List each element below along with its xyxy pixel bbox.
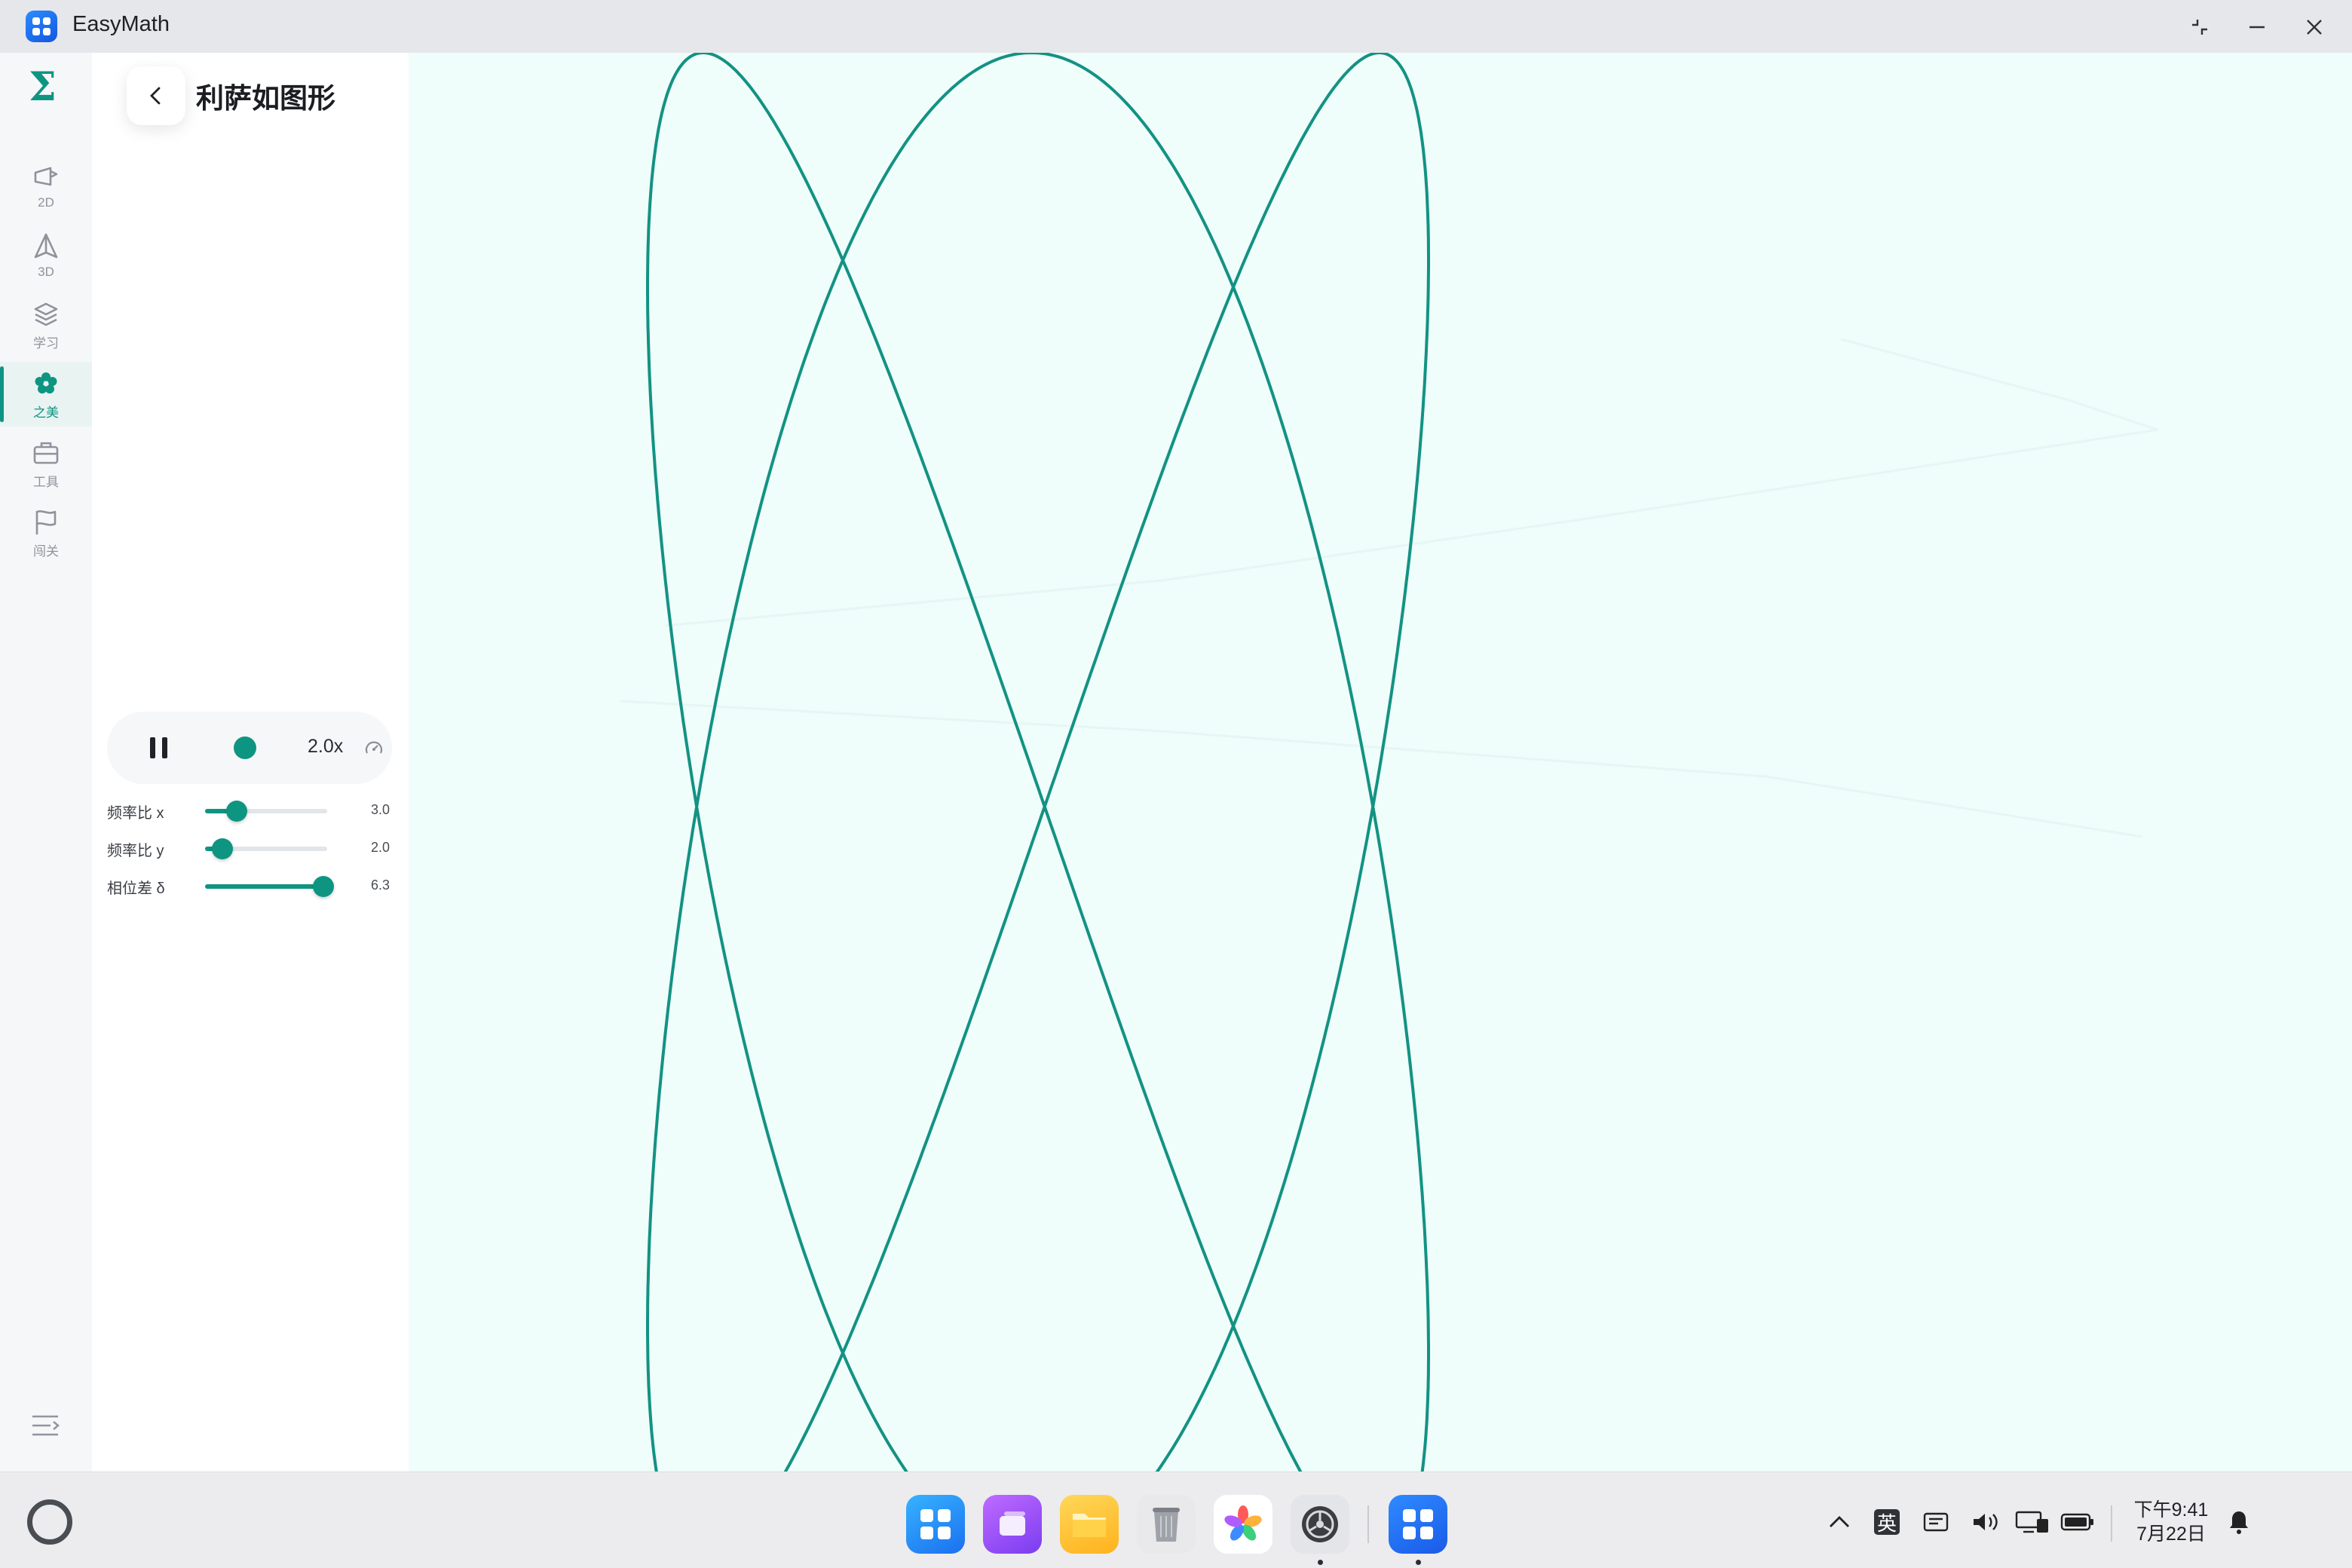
slider-label: 相位差 δ (107, 880, 165, 897)
clock-time: 下午9:41 (2133, 1499, 2209, 1521)
rail-item-label: 3D (38, 265, 54, 279)
slider-value: 6.3 (371, 877, 390, 893)
rail-item-3d[interactable]: 3D (0, 223, 92, 288)
running-indicator (1318, 1560, 1323, 1565)
slider-thumb[interactable] (313, 876, 335, 897)
pause-button[interactable] (145, 734, 172, 761)
record-button[interactable] (234, 737, 256, 759)
close-icon[interactable] (2298, 11, 2331, 44)
display-connect-icon[interactable] (2013, 1505, 2052, 1539)
restore-icon[interactable] (2183, 11, 2216, 44)
nav-rail: Σ 2D 3D 学习 之美 工具 闯关 (0, 53, 92, 1472)
app-title: EasyMath (72, 12, 170, 36)
tray-separator (2111, 1505, 2112, 1542)
flag-icon (35, 510, 57, 534)
rail-item-beauty[interactable]: 之美 (0, 362, 92, 427)
start-button[interactable] (27, 1499, 72, 1545)
speed-gauge-icon[interactable] (363, 737, 384, 762)
rail-item-label: 工具 (33, 474, 59, 489)
clock-date: 7月22日 (2136, 1524, 2206, 1545)
slider-freq-y: 频率比 y 2.0 (107, 832, 409, 862)
chevron-left-icon (150, 87, 161, 105)
rail-item-label: 2D (38, 195, 54, 210)
minimize-icon[interactable] (2240, 11, 2274, 44)
page-title: 利萨如图形 (196, 83, 335, 114)
dock-separator (1367, 1505, 1369, 1543)
chevron-up-icon[interactable] (1824, 1505, 1854, 1539)
volume-icon[interactable] (1971, 1505, 2001, 1539)
app-logo-icon (26, 11, 57, 42)
slider-freq-x: 频率比 x 3.0 (107, 795, 409, 825)
easymath-app-icon[interactable] (1389, 1495, 1447, 1554)
shape-2d-icon (34, 167, 58, 186)
slider-label: 频率比 y (107, 843, 164, 859)
notification-bell-icon[interactable] (2224, 1505, 2254, 1539)
pyramid-3d-icon (34, 233, 58, 259)
slider-track[interactable] (205, 801, 327, 822)
ime-indicator[interactable]: 英 (1872, 1505, 1902, 1539)
rail-item-label: 之美 (33, 405, 59, 420)
trash-app-icon[interactable] (1137, 1495, 1196, 1554)
files-app-icon[interactable] (1060, 1495, 1119, 1554)
running-indicator (1416, 1560, 1421, 1565)
lissajous-curve (646, 53, 1430, 1472)
playback-controls: 2.0x (107, 712, 392, 784)
battery-icon[interactable] (2060, 1505, 2096, 1539)
rail-item-learn[interactable]: 学习 (0, 292, 92, 357)
slider-thumb[interactable] (211, 838, 233, 859)
rail-item-tools[interactable]: 工具 (0, 431, 92, 496)
settings-app-icon[interactable] (1291, 1495, 1349, 1554)
speed-label[interactable]: 2.0x (308, 736, 343, 758)
clock[interactable]: 下午9:41 7月22日 (2118, 1498, 2224, 1546)
rail-item-2d[interactable]: 2D (0, 154, 92, 219)
layers-icon (34, 302, 58, 326)
rail-item-label: 学习 (33, 335, 59, 351)
multitask-app-icon[interactable] (983, 1495, 1042, 1554)
collapse-menu-icon[interactable] (30, 1413, 60, 1441)
slider-label: 频率比 x (107, 805, 164, 822)
lissajous-figure (619, 53, 2158, 1472)
control-panel: 利萨如图形 2.0x 频率比 x 3.0 频率比 y 2.0 相位差 δ 6.3 (92, 53, 409, 1472)
toolbox-icon (33, 442, 59, 464)
taskbar: 英 下午9:41 7月22日 (0, 1472, 2352, 1568)
sigma-logo[interactable]: Σ (29, 68, 57, 107)
figure-canvas[interactable] (409, 53, 2352, 1472)
photos-app-icon[interactable] (1214, 1495, 1272, 1554)
launcher-app-icon[interactable] (906, 1495, 965, 1554)
slider-track[interactable] (205, 838, 327, 859)
slider-phase: 相位差 δ 6.3 (107, 870, 409, 900)
rail-item-label: 闯关 (33, 544, 59, 559)
ghost-trail (619, 338, 2158, 838)
slider-value: 3.0 (371, 802, 390, 817)
flower-icon (35, 372, 57, 394)
slider-track[interactable] (205, 876, 335, 897)
title-bar: EasyMath (0, 0, 2352, 53)
slider-value: 2.0 (371, 840, 390, 855)
rail-item-challenge[interactable]: 闯关 (0, 501, 92, 565)
slider-thumb[interactable] (226, 801, 248, 822)
clipboard-icon[interactable] (1921, 1505, 1951, 1539)
back-button[interactable] (127, 66, 185, 125)
